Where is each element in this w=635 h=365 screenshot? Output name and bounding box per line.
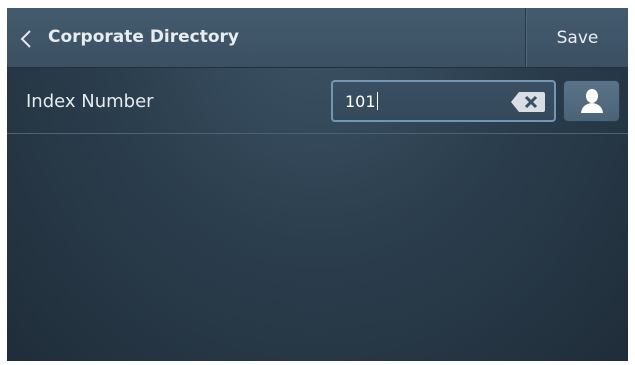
chevron-left-icon: [20, 30, 31, 48]
header-divider: [525, 8, 526, 67]
index-number-label: Index Number: [26, 91, 154, 112]
text-caret: [376, 92, 378, 110]
index-number-input[interactable]: 101: [331, 80, 556, 122]
phone-screen: Corporate Directory Save Index Number 10…: [7, 8, 628, 361]
back-button[interactable]: Corporate Directory: [7, 8, 307, 67]
index-number-text: 101: [345, 92, 376, 111]
page-title: Corporate Directory: [48, 27, 240, 47]
save-button[interactable]: Save: [527, 8, 628, 67]
backspace-clear-icon[interactable]: [510, 91, 546, 113]
header-bar: Corporate Directory Save: [7, 8, 628, 68]
index-number-value: 101: [345, 92, 378, 111]
person-icon: [580, 89, 603, 113]
contact-lookup-button[interactable]: [563, 80, 620, 122]
index-number-row: Index Number 101: [7, 68, 628, 134]
